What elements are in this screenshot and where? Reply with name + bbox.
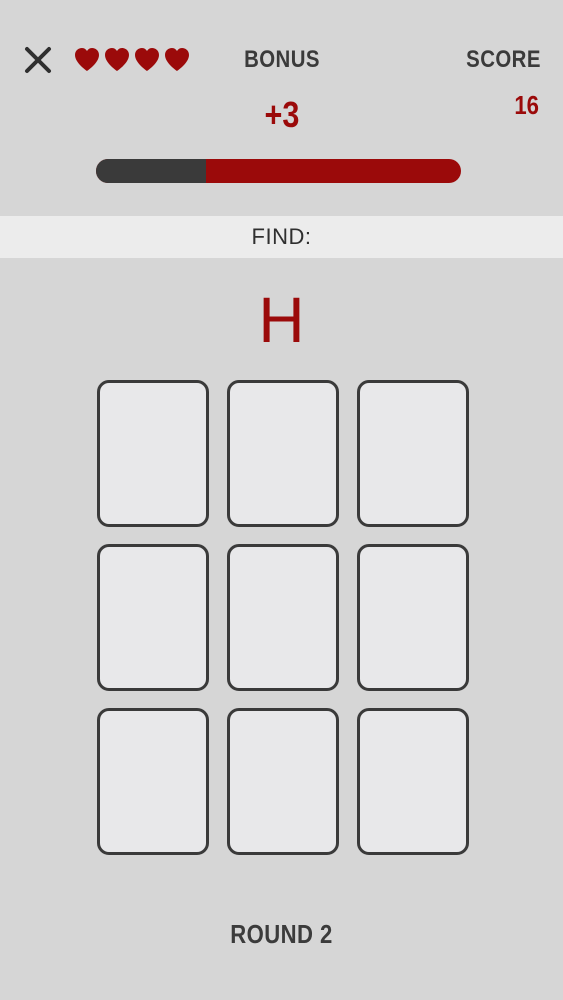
card-4[interactable] [97, 544, 209, 691]
card-grid [97, 380, 469, 855]
bonus-value: +3 [264, 94, 300, 135]
card-3[interactable] [357, 380, 469, 527]
heart-icon [165, 48, 189, 71]
card-1[interactable] [97, 380, 209, 527]
card-2[interactable] [227, 380, 339, 527]
target-letter: H [258, 284, 305, 356]
heart-icon [75, 48, 99, 71]
find-label: FIND: [251, 224, 312, 249]
find-banner: FIND: [0, 216, 563, 258]
lives-indicator [73, 46, 191, 72]
card-8[interactable] [227, 708, 339, 855]
close-button[interactable] [22, 44, 54, 76]
card-5[interactable] [227, 544, 339, 691]
score-value: 16 [514, 90, 539, 120]
bonus-label: BONUS [244, 46, 320, 73]
score-label: SCORE [466, 46, 541, 73]
timer-bar [96, 159, 461, 183]
close-icon [25, 47, 51, 73]
card-9[interactable] [357, 708, 469, 855]
heart-icon [105, 48, 129, 71]
card-7[interactable] [97, 708, 209, 855]
heart-icon [135, 48, 159, 71]
round-label: ROUND 2 [230, 919, 333, 949]
timer-elapsed-fill [96, 159, 206, 183]
card-6[interactable] [357, 544, 469, 691]
